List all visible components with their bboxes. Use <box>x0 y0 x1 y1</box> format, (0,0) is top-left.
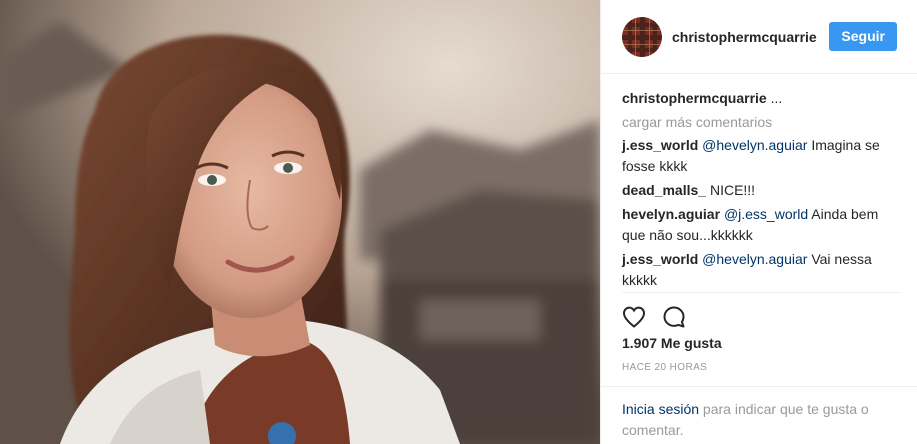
avatar-plaid-image <box>622 16 662 57</box>
post-header: christophermcquarrie Seguir <box>601 0 917 74</box>
comment-item: hevelyn.aguiar @j.ess_world Ainda bem qu… <box>622 204 900 246</box>
comment-author[interactable]: hevelyn.aguiar <box>622 206 720 222</box>
caption-author[interactable]: christophermcquarrie <box>622 90 767 106</box>
comment-mention[interactable]: @hevelyn.aguiar <box>702 251 807 267</box>
login-link[interactable]: Inicia sesión <box>622 401 699 417</box>
caption-ellipsis[interactable]: ... <box>767 90 783 106</box>
likes-count[interactable]: 1.907 Me gusta <box>622 335 722 351</box>
comments-list: christophermcquarrie ... cargar más come… <box>622 88 900 294</box>
load-more-comments-link[interactable]: cargar más comentarios <box>622 112 900 133</box>
comment-author[interactable]: j.ess_world <box>622 137 698 153</box>
comment-mention[interactable]: @j.ess_world <box>724 206 808 222</box>
login-text: Inicia sesión para indicar que te gusta … <box>622 399 892 441</box>
comment-author[interactable]: j.ess_world <box>622 251 698 267</box>
post-timestamp: HACE 20 HORAS <box>622 362 708 373</box>
comment-item: dead_malls_ NICE!!! <box>622 180 900 201</box>
post-actions <box>622 292 900 341</box>
caption: christophermcquarrie ... <box>622 88 900 109</box>
post-photo[interactable] <box>0 0 600 444</box>
comment-text: NICE!!! <box>706 182 756 198</box>
profile-avatar[interactable] <box>622 16 662 57</box>
comment-item: j.ess_world @hevelyn.aguiar Imagina se f… <box>622 135 900 177</box>
instagram-post: christophermcquarrie Seguir christopherm… <box>0 0 917 444</box>
comment-icon[interactable] <box>662 305 686 329</box>
comment-mention[interactable]: @hevelyn.aguiar <box>702 137 807 153</box>
post-side-panel: christophermcquarrie Seguir christopherm… <box>600 0 917 444</box>
comment-item: j.ess_world @hevelyn.aguiar Vai nessa kk… <box>622 249 900 291</box>
portrait-image <box>0 0 600 444</box>
heart-icon[interactable] <box>622 305 646 329</box>
follow-button[interactable]: Seguir <box>829 22 897 51</box>
login-prompt: Inicia sesión para indicar que te gusta … <box>601 386 917 444</box>
header-username[interactable]: christophermcquarrie <box>672 29 829 45</box>
comment-author[interactable]: dead_malls_ <box>622 182 706 198</box>
